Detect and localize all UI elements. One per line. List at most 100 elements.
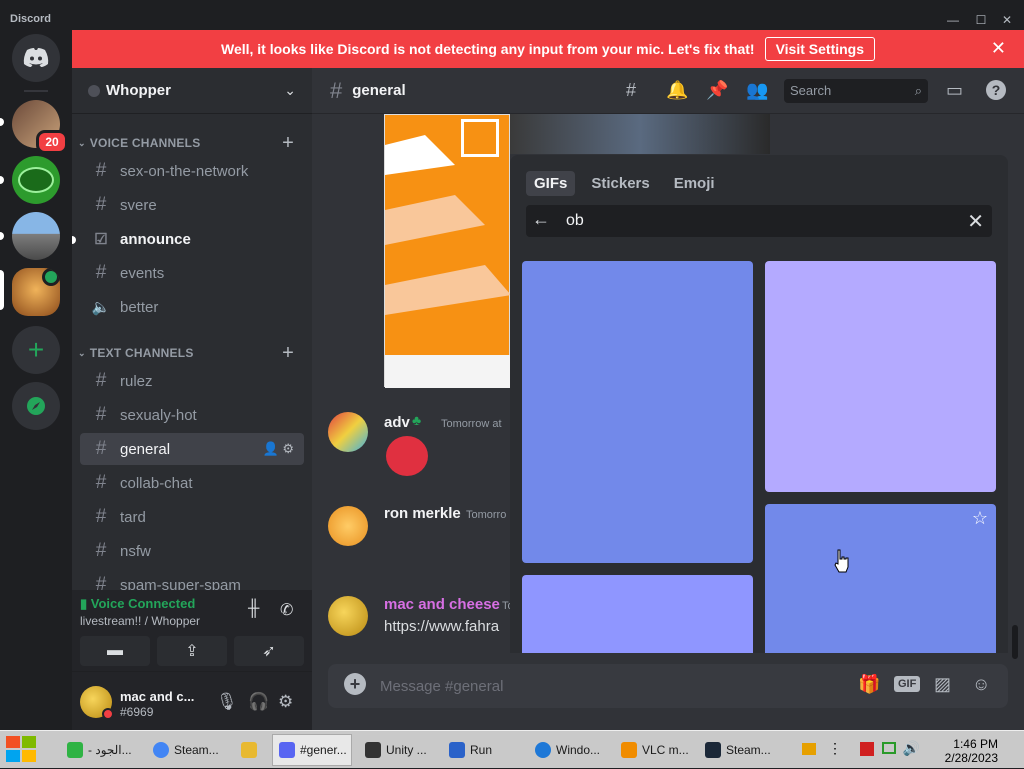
avatar[interactable]: [328, 506, 368, 546]
hash-icon: #: [95, 370, 107, 391]
sticker-icon[interactable]: ▨: [934, 674, 951, 695]
voice-status[interactable]: ▮ Voice Connected: [80, 596, 195, 612]
headphones-icon[interactable]: 🎧: [248, 692, 269, 712]
message-link[interactable]: https://www.fahra: [384, 618, 499, 635]
clock-time: 1:46 PM: [953, 737, 998, 751]
vlc-icon: [621, 742, 637, 758]
close-banner-icon[interactable]: ✕: [991, 38, 1006, 59]
add-server-button[interactable]: +: [12, 326, 60, 374]
home-button[interactable]: [12, 34, 60, 82]
start-button[interactable]: [4, 734, 48, 766]
emoji-icon[interactable]: ☺: [972, 674, 990, 695]
channel-announce[interactable]: ☑ announce: [80, 223, 304, 255]
mic-warning-banner: Well, it looks like Discord is not detec…: [72, 30, 1024, 68]
gift-icon[interactable]: 🎁: [858, 674, 880, 695]
channel-tard[interactable]: # tard: [80, 501, 304, 533]
vlc-image-embed[interactable]: [384, 114, 511, 388]
taskbar-item[interactable]: Windo...: [528, 734, 608, 766]
taskbar-item[interactable]: Run: [442, 734, 522, 766]
attach-plus-icon[interactable]: +: [344, 673, 366, 695]
message-timestamp: Tomorrow at: [441, 418, 502, 430]
server-header[interactable]: Whopper ⌄: [72, 68, 312, 114]
tab-emoji[interactable]: Emoji: [666, 171, 723, 196]
threads-icon[interactable]: #: [626, 80, 636, 101]
taskbar-item[interactable]: [234, 734, 270, 766]
microphone-icon[interactable]: 🎙: [216, 692, 238, 712]
network-icon[interactable]: [882, 742, 896, 754]
tab-stickers[interactable]: Stickers: [583, 171, 657, 196]
hash-icon: #: [95, 194, 107, 215]
taskbar-item[interactable]: #gener...: [272, 734, 352, 766]
taskbar-item[interactable]: Steam...: [146, 734, 226, 766]
gif-button[interactable]: GIF: [894, 676, 921, 692]
server-avatar-building[interactable]: [12, 212, 60, 260]
channel-general[interactable]: # general 👤 ⚙: [80, 433, 304, 465]
gif-tile[interactable]: [522, 261, 753, 563]
noise-suppression-icon[interactable]: ╫: [248, 600, 259, 618]
back-arrow-icon[interactable]: ←: [532, 209, 550, 230]
flag-icon[interactable]: [860, 742, 874, 756]
message-author[interactable]: ron merkle: [384, 505, 461, 522]
chevron-down-icon: ⌄: [284, 82, 296, 98]
screen-share-button[interactable]: ⇪: [157, 636, 227, 666]
gear-icon[interactable]: ⚙: [278, 692, 293, 712]
clover-icon: ♣: [412, 412, 422, 428]
taskbar-label: - الجود...: [88, 743, 132, 757]
disconnect-icon[interactable]: ✆: [280, 600, 293, 620]
channel-collab-chat[interactable]: # collab-chat: [80, 467, 304, 499]
invite-icon[interactable]: 👤: [263, 441, 279, 456]
visit-settings-button[interactable]: Visit Settings: [764, 37, 876, 61]
overflow-icon[interactable]: ⋮: [828, 740, 842, 757]
star-favorite-icon[interactable]: ☆: [972, 508, 988, 529]
gif-tile[interactable]: ☆: [765, 504, 996, 653]
clock[interactable]: 1:46 PM 2/28/2023: [945, 737, 998, 765]
voice-location[interactable]: livestream!! / Whopper: [80, 614, 200, 628]
video-thumbnail[interactable]: [510, 114, 770, 154]
activity-button[interactable]: ➶: [234, 636, 304, 666]
gif-tile[interactable]: [522, 575, 753, 653]
help-icon[interactable]: ?: [986, 80, 1006, 100]
add-channel-icon[interactable]: +: [282, 132, 294, 155]
message-author[interactable]: mac and cheese: [384, 596, 500, 613]
taskbar-item[interactable]: - الجود...: [60, 734, 142, 766]
chat-scrollbar[interactable]: [1012, 625, 1018, 659]
channel-label: general: [120, 440, 171, 458]
server-avatar-whopper[interactable]: [12, 268, 60, 316]
clock-date: 2/28/2023: [944, 751, 998, 765]
tab-gifs[interactable]: GIFs: [526, 171, 576, 196]
channel-nsfw[interactable]: # nsfw: [80, 535, 304, 567]
channel-sexualy-hot[interactable]: # sexualy-hot: [80, 399, 304, 431]
taskbar-item[interactable]: Steam...: [698, 734, 778, 766]
search-input[interactable]: Search ⌕: [784, 79, 928, 103]
close-window-button[interactable]: ✕: [996, 12, 1018, 28]
voice-channels-category[interactable]: ⌄ VOICE CHANNELS +: [72, 132, 312, 154]
members-icon[interactable]: 👥: [746, 80, 768, 101]
server-avatar-trollface[interactable]: [12, 156, 60, 204]
close-icon[interactable]: ✕: [967, 209, 984, 234]
maximize-button[interactable]: ☐: [970, 12, 992, 28]
taskbar-item[interactable]: VLC m...: [614, 734, 694, 766]
bell-icon[interactable]: 🔔: [666, 80, 688, 101]
camera-button[interactable]: ▬: [80, 636, 150, 666]
text-channels-category[interactable]: ⌄ TEXT CHANNELS +: [72, 342, 312, 364]
avatar[interactable]: [328, 412, 368, 452]
minimize-button[interactable]: —: [942, 12, 964, 28]
channel-rulez[interactable]: # rulez: [80, 365, 304, 397]
avatar[interactable]: [328, 596, 368, 636]
add-channel-icon[interactable]: +: [282, 342, 294, 365]
pin-icon[interactable]: 📌: [706, 80, 728, 101]
gear-icon[interactable]: ⚙: [282, 441, 294, 456]
channel-better[interactable]: 🔈 better: [80, 291, 304, 323]
keyboard-icon[interactable]: [802, 743, 816, 755]
gif-search-input[interactable]: [566, 205, 946, 237]
message-author[interactable]: adv: [384, 414, 410, 431]
message-input[interactable]: [380, 664, 830, 708]
explore-servers-button[interactable]: [12, 382, 60, 430]
inbox-icon[interactable]: ▭: [946, 80, 963, 101]
gif-tile[interactable]: [765, 261, 996, 492]
volume-icon[interactable]: 🔊: [903, 740, 920, 757]
channel-svere[interactable]: # svere: [80, 189, 304, 221]
taskbar-item[interactable]: Unity ...: [358, 734, 438, 766]
channel-events[interactable]: # events: [80, 257, 304, 289]
channel-sex-on-the-network[interactable]: # sex-on-the-network: [80, 155, 304, 187]
